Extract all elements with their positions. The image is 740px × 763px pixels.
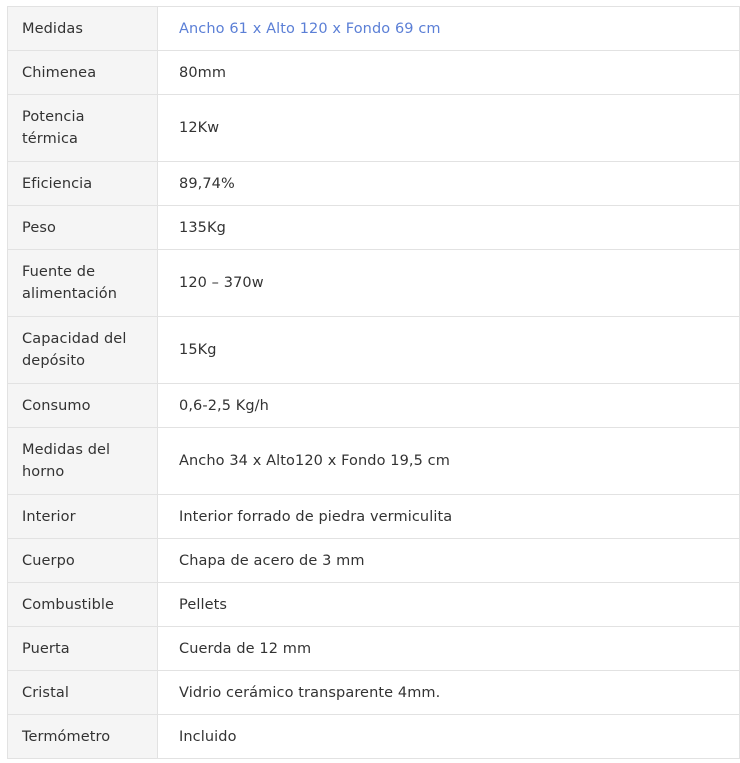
table-row: Cristal Vidrio cerámico transparente 4mm…: [7, 670, 740, 715]
spec-value-medidas-link[interactable]: Ancho 61 x Alto 120 x Fondo 69 cm: [157, 6, 740, 51]
spec-label-interior: Interior: [7, 494, 158, 539]
spec-label-eficiencia: Eficiencia: [7, 161, 158, 206]
table-row: Termómetro Incluido: [7, 714, 740, 759]
specifications-table: Medidas Ancho 61 x Alto 120 x Fondo 69 c…: [7, 6, 740, 759]
spec-value-puerta: Cuerda de 12 mm: [157, 626, 740, 671]
spec-value-chimenea: 80mm: [157, 50, 740, 95]
spec-label-peso: Peso: [7, 205, 158, 250]
table-row: Cuerpo Chapa de acero de 3 mm: [7, 538, 740, 583]
table-row: Fuente de alimentación 120 – 370w: [7, 249, 740, 317]
table-row: Eficiencia 89,74%: [7, 161, 740, 206]
spec-value-medidas-horno: Ancho 34 x Alto120 x Fondo 19,5 cm: [157, 427, 740, 495]
spec-value-interior: Interior forrado de piedra vermiculita: [157, 494, 740, 539]
table-row: Consumo 0,6-2,5 Kg/h: [7, 383, 740, 428]
spec-label-medidas-horno: Medidas del horno: [7, 427, 158, 495]
spec-value-potencia-termica: 12Kw: [157, 94, 740, 162]
spec-value-eficiencia: 89,74%: [157, 161, 740, 206]
table-row: Medidas Ancho 61 x Alto 120 x Fondo 69 c…: [7, 6, 740, 51]
specifications-table-container: Medidas Ancho 61 x Alto 120 x Fondo 69 c…: [7, 6, 740, 759]
spec-value-fuente-alimentacion: 120 – 370w: [157, 249, 740, 317]
spec-label-combustible: Combustible: [7, 582, 158, 627]
spec-label-cristal: Cristal: [7, 670, 158, 715]
spec-label-puerta: Puerta: [7, 626, 158, 671]
table-row: Peso 135Kg: [7, 205, 740, 250]
table-row: Combustible Pellets: [7, 582, 740, 627]
spec-label-consumo: Consumo: [7, 383, 158, 428]
spec-label-chimenea: Chimenea: [7, 50, 158, 95]
table-row: Chimenea 80mm: [7, 50, 740, 95]
spec-value-cristal: Vidrio cerámico transparente 4mm.: [157, 670, 740, 715]
spec-label-fuente-alimentacion: Fuente de alimentación: [7, 249, 158, 317]
table-row: Puerta Cuerda de 12 mm: [7, 626, 740, 671]
table-row: Medidas del horno Ancho 34 x Alto120 x F…: [7, 427, 740, 495]
spec-label-termometro: Termómetro: [7, 714, 158, 759]
spec-value-combustible: Pellets: [157, 582, 740, 627]
spec-label-capacidad-deposito: Capacidad del depósito: [7, 316, 158, 384]
table-row: Interior Interior forrado de piedra verm…: [7, 494, 740, 539]
spec-value-peso: 135Kg: [157, 205, 740, 250]
spec-value-cuerpo: Chapa de acero de 3 mm: [157, 538, 740, 583]
spec-label-medidas: Medidas: [7, 6, 158, 51]
spec-value-termometro: Incluido: [157, 714, 740, 759]
spec-label-cuerpo: Cuerpo: [7, 538, 158, 583]
table-row: Capacidad del depósito 15Kg: [7, 316, 740, 384]
spec-label-potencia-termica: Potencia térmica: [7, 94, 158, 162]
table-row: Potencia térmica 12Kw: [7, 94, 740, 162]
spec-value-capacidad-deposito: 15Kg: [157, 316, 740, 384]
spec-value-consumo: 0,6-2,5 Kg/h: [157, 383, 740, 428]
